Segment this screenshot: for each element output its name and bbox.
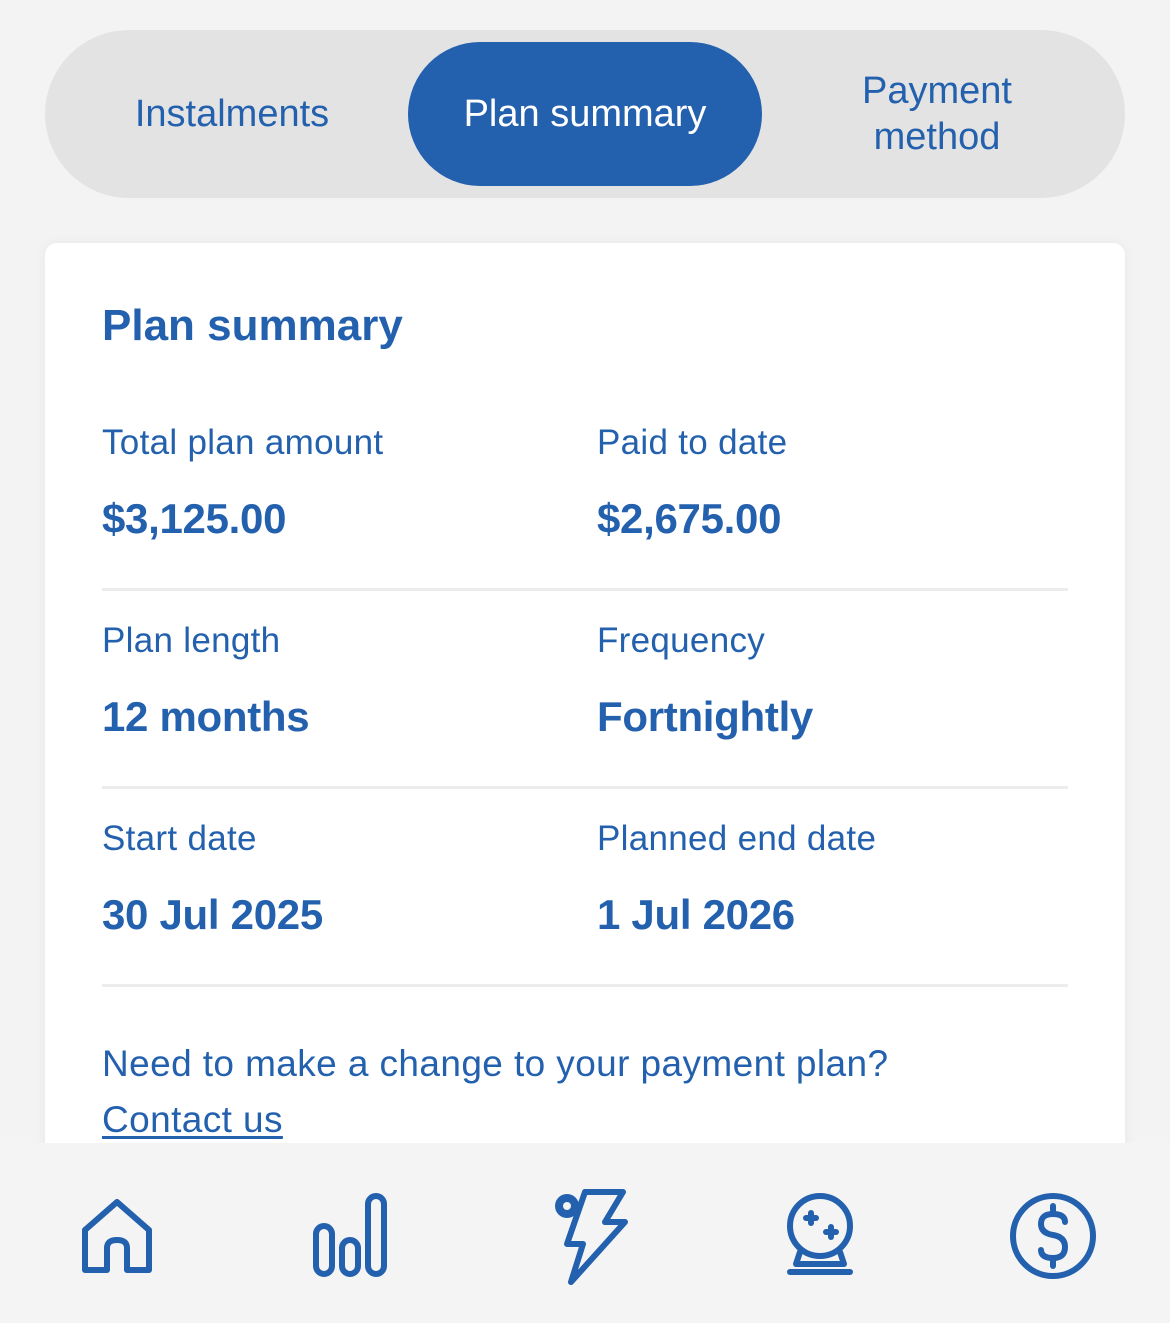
card-title: Plan summary <box>102 301 403 350</box>
total-plan-amount-value: $3,125.00 <box>102 495 287 542</box>
dollar-circle-icon <box>1010 1193 1096 1279</box>
bottom-navigation <box>0 1143 1170 1323</box>
nav-usage[interactable] <box>295 1181 405 1291</box>
plan-length-label: Plan length <box>102 621 281 660</box>
planned-end-date-value: 1 Jul 2026 <box>597 891 795 938</box>
frequency-label: Frequency <box>597 621 766 660</box>
nav-billing[interactable] <box>998 1181 1108 1291</box>
start-date-label: Start date <box>102 819 257 858</box>
frequency-field: Frequency Fortnightly <box>597 621 813 741</box>
tab-bar: Instalments Plan summary Payment method <box>45 30 1125 198</box>
plan-summary-card: Plan summary Total plan amount $3,125.00… <box>45 243 1125 1243</box>
summary-row-dates: Start date 30 Jul 2025 Planned end date … <box>102 819 1068 1017</box>
nav-rewards[interactable] <box>765 1181 875 1291</box>
divider <box>102 984 1068 987</box>
paid-to-date-field: Paid to date $2,675.00 <box>597 423 787 543</box>
tab-payment-method[interactable]: Payment method <box>767 42 1107 186</box>
divider <box>102 786 1068 789</box>
total-plan-amount-field: Total plan amount $3,125.00 <box>102 423 383 543</box>
summary-row-amounts: Total plan amount $3,125.00 Paid to date… <box>102 423 1068 621</box>
plan-length-field: Plan length 12 months <box>102 621 310 741</box>
paid-to-date-label: Paid to date <box>597 423 788 462</box>
nav-energy[interactable] <box>530 1181 640 1291</box>
change-plan-note: Need to make a change to your payment pl… <box>102 1036 1072 1148</box>
home-icon <box>82 1199 152 1273</box>
usage-bars-icon <box>313 1193 387 1277</box>
change-plan-question: Need to make a change to your payment pl… <box>102 1043 889 1084</box>
paid-to-date-value: $2,675.00 <box>597 495 782 542</box>
planned-end-date-label: Planned end date <box>597 819 877 858</box>
summary-row-length: Plan length 12 months Frequency Fortnigh… <box>102 621 1068 819</box>
divider <box>102 588 1068 591</box>
gaming-orb-icon <box>787 1193 853 1275</box>
contact-us-link[interactable]: Contact us <box>102 1099 283 1140</box>
frequency-value: Fortnightly <box>597 693 813 740</box>
nav-home[interactable] <box>62 1181 172 1291</box>
plan-length-value: 12 months <box>102 693 310 740</box>
tab-instalments[interactable]: Instalments <box>57 42 407 186</box>
total-plan-amount-label: Total plan amount <box>102 423 384 462</box>
tab-plan-summary[interactable]: Plan summary <box>408 42 762 186</box>
energy-bolt-icon <box>555 1189 628 1285</box>
planned-end-date-field: Planned end date 1 Jul 2026 <box>597 819 876 939</box>
start-date-field: Start date 30 Jul 2025 <box>102 819 323 939</box>
start-date-value: 30 Jul 2025 <box>102 891 323 938</box>
